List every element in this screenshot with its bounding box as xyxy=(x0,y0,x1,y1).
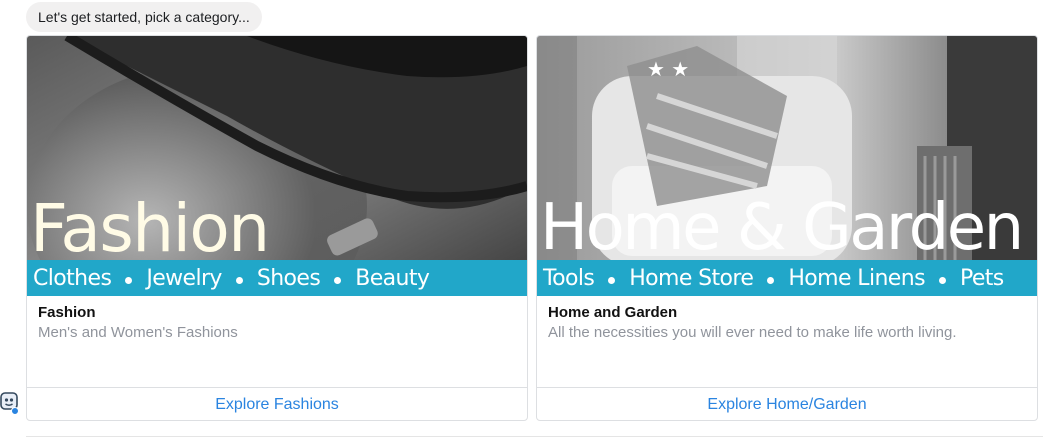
robot-avatar-icon xyxy=(0,392,19,415)
fashion-card-title: Fashion xyxy=(38,304,96,321)
home-garden-card-subtitle: All the necessities you will ever need t… xyxy=(548,324,957,341)
bot-message-text: Let's get started, pick a category... xyxy=(38,9,250,25)
subcategory-shoes[interactable]: Shoes xyxy=(257,266,321,291)
category-card-fashion: Fashion Clothes Jewelry Shoes Beauty Fas… xyxy=(26,35,528,421)
home-garden-card-info: Home and Garden All the necessities you … xyxy=(537,296,1037,388)
subcategory-clothes[interactable]: Clothes xyxy=(33,266,112,291)
bullet-icon xyxy=(125,276,133,284)
thread-divider xyxy=(26,436,1043,437)
home-garden-hero-image[interactable]: ★ ★ Home & Garden Tools Home Store Home … xyxy=(537,36,1037,296)
fashion-hero-title: Fashion xyxy=(30,190,270,267)
svg-text:★ ★: ★ ★ xyxy=(647,57,689,81)
fashion-subcategory-band: Clothes Jewelry Shoes Beauty xyxy=(27,260,527,296)
home-garden-card-title: Home and Garden xyxy=(548,304,678,321)
subcategory-home-store[interactable]: Home Store xyxy=(629,266,754,291)
explore-fashions-button[interactable]: Explore Fashions xyxy=(27,387,527,420)
explore-home-garden-button[interactable]: Explore Home/Garden xyxy=(537,387,1037,420)
subcategory-pets[interactable]: Pets xyxy=(960,266,1004,291)
home-garden-subcategory-band: Tools Home Store Home Linens Pets xyxy=(537,260,1037,296)
bullet-icon xyxy=(334,276,342,284)
subcategory-jewelry[interactable]: Jewelry xyxy=(146,266,222,291)
subcategory-home-linens[interactable]: Home Linens xyxy=(788,266,925,291)
fashion-card-info: Fashion Men's and Women's Fashions xyxy=(27,296,527,388)
bullet-icon xyxy=(235,276,243,284)
home-garden-hero-title: Home & Garden xyxy=(540,191,1024,265)
subcategory-beauty[interactable]: Beauty xyxy=(355,266,430,291)
subcategory-tools[interactable]: Tools xyxy=(543,266,595,291)
fashion-hero-image[interactable]: Fashion Clothes Jewelry Shoes Beauty xyxy=(27,36,527,296)
bot-message-bubble: Let's get started, pick a category... xyxy=(26,2,262,32)
category-card-home-garden: ★ ★ Home & Garden Tools Home Store Home … xyxy=(536,35,1038,421)
bullet-icon xyxy=(938,276,946,284)
bullet-icon xyxy=(767,276,775,284)
fashion-card-subtitle: Men's and Women's Fashions xyxy=(38,324,238,341)
bullet-icon xyxy=(608,276,616,284)
